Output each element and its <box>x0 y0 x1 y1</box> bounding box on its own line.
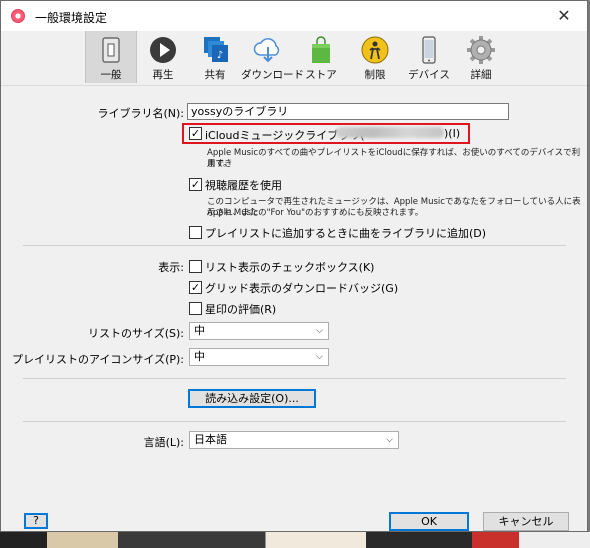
tab-playback[interactable]: 再生 <box>137 31 189 83</box>
window-title: 一般環境設定 <box>35 11 108 25</box>
svg-text:♪: ♪ <box>217 50 223 61</box>
list-checkbox-option-label: リスト表示のチェックボックス(K) <box>205 261 375 274</box>
separator <box>23 378 566 379</box>
library-name-label: ライブラリ名(N): <box>97 107 184 120</box>
help-button[interactable]: ? <box>24 513 48 529</box>
playlist-icon-size-select[interactable]: 中 ⌵ <box>189 348 329 366</box>
language-select[interactable]: 日本語 ⌵ <box>189 431 399 449</box>
star-rating-label: 星印の評価(R) <box>205 303 277 316</box>
preferences-dialog: 一般環境設定 ✕ 一般 再生 ♪ 共有 ダウンロード ストア 制限 デバイス 詳… <box>0 0 588 532</box>
chevron-down-icon: ⌵ <box>386 435 393 445</box>
list-size-label: リストのサイズ(S): <box>88 327 184 340</box>
listening-history-label: 視聴履歴を使用 <box>205 179 282 192</box>
itunes-app-icon <box>11 9 25 23</box>
tab-download[interactable]: ダウンロード <box>241 31 304 83</box>
list-checkbox-option[interactable] <box>189 260 202 273</box>
language-value: 日本語 <box>194 433 227 446</box>
background-app-strip <box>0 532 590 548</box>
store-bag-icon <box>312 36 330 63</box>
tab-devices-label: デバイス <box>408 69 450 81</box>
listening-history-checkbox[interactable]: ✓ <box>189 178 202 191</box>
tab-restrictions[interactable]: 制限 <box>349 31 401 83</box>
add-songs-to-library-label: プレイリストに追加するときに曲をライブラリに追加(D) <box>205 227 487 240</box>
parental-restrictions-icon <box>361 36 389 64</box>
close-button[interactable]: ✕ <box>541 1 587 31</box>
history-desc-line2: Apple Musicの"For You"のおすすめにも反映されます。 <box>207 208 424 218</box>
display-label: 表示: <box>158 261 184 274</box>
separator <box>23 421 566 422</box>
list-size-select[interactable]: 中 ⌵ <box>189 322 329 340</box>
tab-sharing-label: 共有 <box>204 69 226 81</box>
separator <box>23 245 566 246</box>
gear-icon <box>467 36 495 64</box>
tab-advanced-label: 詳細 <box>470 69 492 81</box>
ok-button[interactable]: OK <box>389 512 469 531</box>
tab-playback-label: 再生 <box>152 69 174 81</box>
list-size-value: 中 <box>194 324 205 337</box>
tab-store[interactable]: ストア <box>295 31 347 83</box>
device-phone-icon <box>422 36 436 64</box>
icloud-library-label-suffix: )(I) <box>444 127 461 140</box>
icloud-desc-line1: Apple Musicのすべての曲やプレイリストをiCloudに保存すれば、お使… <box>207 148 581 169</box>
grid-download-badge-label: グリッド表示のダウンロードバッジ(G) <box>205 282 399 295</box>
star-rating-checkbox[interactable] <box>189 302 202 315</box>
icloud-desc-line2: ます。 <box>207 159 232 169</box>
tab-restrictions-label: 制限 <box>364 69 386 81</box>
grid-download-badge-checkbox[interactable]: ✓ <box>189 281 202 294</box>
general-switch-icon <box>102 37 120 63</box>
add-songs-to-library-checkbox[interactable] <box>189 226 202 239</box>
chevron-down-icon: ⌵ <box>316 352 323 362</box>
import-settings-button[interactable]: 読み込み設定(O)... <box>188 389 316 408</box>
title-bar[interactable]: 一般環境設定 ✕ <box>1 1 587 31</box>
tab-sharing[interactable]: ♪ 共有 <box>189 31 241 83</box>
play-icon <box>150 37 176 63</box>
playlist-icon-size-label: プレイリストのアイコンサイズ(P): <box>11 353 184 366</box>
chevron-down-icon: ⌵ <box>316 326 323 336</box>
tab-devices[interactable]: デバイス <box>403 31 455 83</box>
tab-download-label: ダウンロード <box>241 69 304 81</box>
cloud-download-icon <box>253 38 280 63</box>
tab-general[interactable]: 一般 <box>85 31 137 83</box>
cancel-button[interactable]: キャンセル <box>483 512 569 531</box>
tab-store-label: ストア <box>305 69 337 81</box>
tab-general-label: 一般 <box>100 69 122 81</box>
redacted-apple-id <box>336 127 444 138</box>
preferences-toolbar: 一般 再生 ♪ 共有 ダウンロード ストア 制限 デバイス 詳細 <box>1 31 587 86</box>
playlist-icon-size-value: 中 <box>194 350 205 363</box>
sharing-icon: ♪ <box>204 37 228 62</box>
language-label: 言語(L): <box>143 436 184 449</box>
icloud-library-checkbox[interactable]: ✓ <box>189 127 202 140</box>
tab-advanced[interactable]: 詳細 <box>455 31 507 83</box>
library-name-input[interactable]: yossyのライブラリ <box>187 103 509 120</box>
